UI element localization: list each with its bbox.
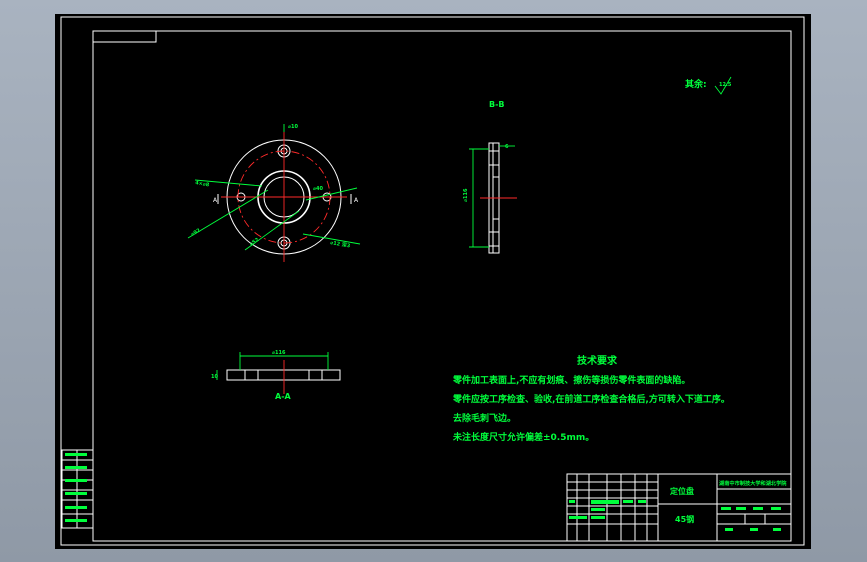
dim-thickness: ⌀116 — [463, 188, 469, 202]
dim-right: ⌀40 — [313, 186, 323, 192]
material: 45钢 — [675, 514, 694, 524]
dim-depth: 6 — [505, 144, 509, 150]
tech-req-line-2: 零件应按工序检查、验收,在前道工序检查合格后,方可转入下道工序。 — [453, 395, 730, 405]
school-name: 湖南中市制技大学和湖北学院 — [719, 479, 787, 487]
section-aa-title: A-A — [275, 392, 292, 401]
outer-sheet-border — [60, 16, 805, 546]
section-a-a: ⌀116 10 A-A — [211, 350, 341, 401]
roughness-note: 其余: 12.5 — [685, 76, 732, 95]
tech-req-title: 技术要求 — [577, 356, 617, 367]
inner-sheet-border — [92, 30, 792, 542]
dim-width: ⌀116 — [272, 350, 286, 356]
section-mark-left: A — [213, 197, 218, 204]
tech-req-line-1: 零件加工表面上,不应有划痕、擦伤等损伤零件表面的缺陷。 — [453, 376, 691, 386]
part-name: 定位盘 — [669, 486, 694, 496]
drawing-canvas[interactable]: ⌀10 4×⌀8 ⌀92 ⌀52 ⌀12 深3 ⌀40 A A B-B ⌀116 — [55, 14, 811, 549]
drawing-number-box — [92, 30, 157, 43]
dim-height: 10 — [211, 374, 218, 380]
revision-table — [61, 449, 94, 529]
roughness-label: 其余: — [685, 78, 707, 90]
cad-viewport[interactable]: ⌀10 4×⌀8 ⌀92 ⌀52 ⌀12 深3 ⌀40 A A B-B ⌀116 — [55, 14, 811, 549]
tech-req-line-4: 未注长度尺寸允许偏差±0.5mm。 — [453, 433, 595, 443]
dim-left-hole: 4×⌀8 — [195, 180, 210, 188]
front-view: ⌀10 4×⌀8 ⌀92 ⌀52 ⌀12 深3 ⌀40 A A — [187, 124, 361, 262]
dim-top: ⌀10 — [288, 124, 298, 130]
tech-req-line-3: 去除毛刺飞边。 — [453, 414, 517, 424]
section-b-b: B-B ⌀116 6 — [463, 100, 517, 254]
section-bb-title: B-B — [489, 100, 505, 109]
section-mark-right: A — [354, 197, 359, 204]
dim-pcd: ⌀92 — [190, 227, 202, 237]
title-block: 定位盘 45钢 湖南中市制技大学和湖北学院 — [566, 473, 792, 542]
